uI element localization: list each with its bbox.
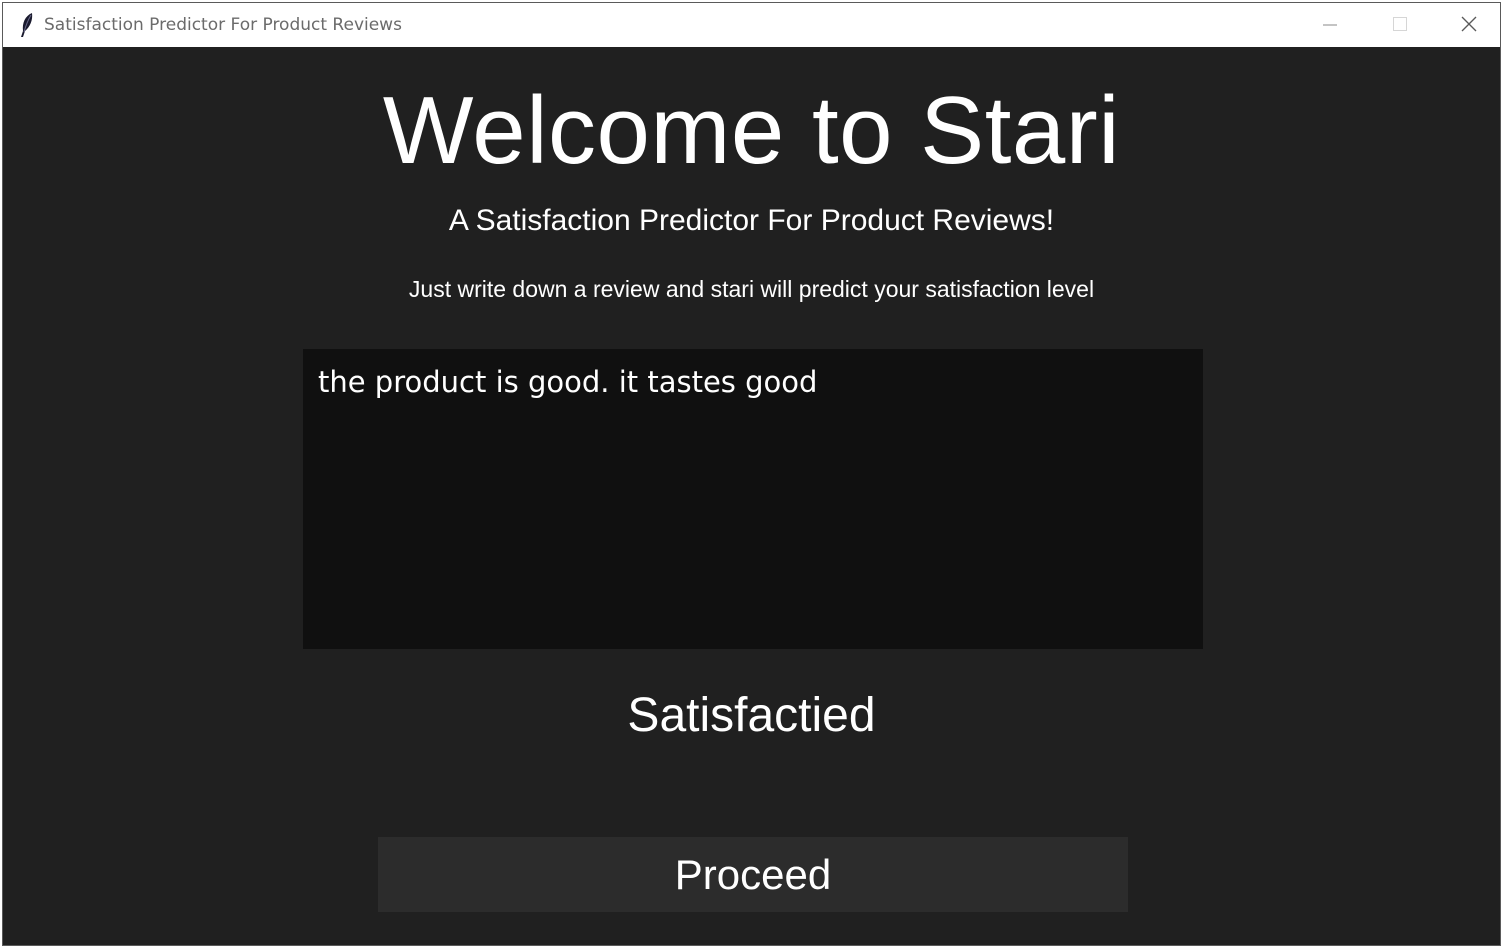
instruction-text: Just write down a review and stari will … bbox=[408, 276, 1095, 302]
feather-icon bbox=[17, 12, 37, 38]
prediction-label: Satisfactied bbox=[627, 689, 876, 742]
window-title: Satisfaction Predictor For Product Revie… bbox=[44, 15, 402, 35]
app-subtitle: A Satisfaction Predictor For Product Rev… bbox=[448, 204, 1055, 237]
welcome-heading: Welcome to Stari bbox=[382, 77, 1121, 184]
review-textbox[interactable]: the product is good. it tastes good bbox=[303, 349, 1203, 649]
main-content: Welcome to Stari A Satisfaction Predicto… bbox=[3, 47, 1500, 945]
minimize-button[interactable] bbox=[1293, 3, 1363, 47]
maximize-button[interactable] bbox=[1363, 3, 1433, 47]
app-window: Satisfaction Predictor For Product Revie… bbox=[2, 2, 1501, 946]
title-bar[interactable]: Satisfaction Predictor For Product Revie… bbox=[3, 3, 1500, 47]
proceed-button[interactable]: Proceed bbox=[378, 837, 1128, 912]
close-button[interactable] bbox=[1433, 3, 1500, 47]
